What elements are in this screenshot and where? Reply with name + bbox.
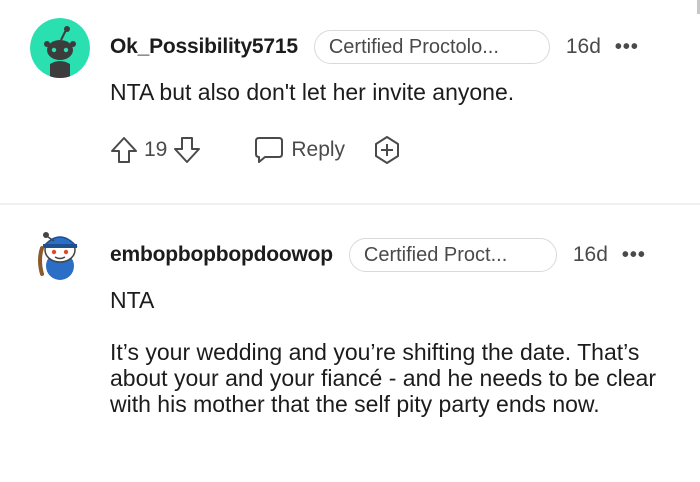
comment-body-line: NTA xyxy=(110,287,155,313)
timestamp[interactable]: 16d xyxy=(573,243,608,267)
award-icon[interactable] xyxy=(371,134,403,166)
upvote-icon[interactable] xyxy=(108,134,140,166)
comment-actions: 19 Reply xyxy=(108,133,403,167)
more-options-icon[interactable]: ••• xyxy=(615,36,639,59)
reply-label: Reply xyxy=(291,138,346,161)
comment-meta: embopbopbopdoowop Certified Proct... 16d… xyxy=(110,237,646,273)
comment-body-paragraph: It’s your wedding and you’re shifting th… xyxy=(110,339,656,417)
more-options-icon[interactable]: ••• xyxy=(622,244,646,267)
user-flair: Certified Proctolo... xyxy=(313,30,550,64)
user-flair: Certified Proct... xyxy=(348,238,557,272)
avatar[interactable] xyxy=(30,226,90,286)
reply-button[interactable]: Reply xyxy=(253,135,345,165)
speech-bubble-icon xyxy=(255,137,284,163)
comment-body: NTA but also don't let her invite anyone… xyxy=(110,79,515,105)
username[interactable]: embopbopbopdoowop xyxy=(110,243,333,267)
avatar[interactable] xyxy=(30,18,90,78)
vote-score: 19 xyxy=(144,138,168,161)
timestamp[interactable]: 16d xyxy=(566,35,601,59)
comment-meta: Ok_Possibility5715 Certified Proctolo...… xyxy=(110,29,639,65)
snoo-avatar-icon xyxy=(30,18,90,78)
comment: Ok_Possibility5715 Certified Proctolo...… xyxy=(0,0,700,204)
comment-divider xyxy=(0,203,700,205)
snoo-avatar-icon xyxy=(38,232,78,280)
downvote-icon[interactable] xyxy=(171,134,203,166)
username[interactable]: Ok_Possibility5715 xyxy=(110,35,298,59)
